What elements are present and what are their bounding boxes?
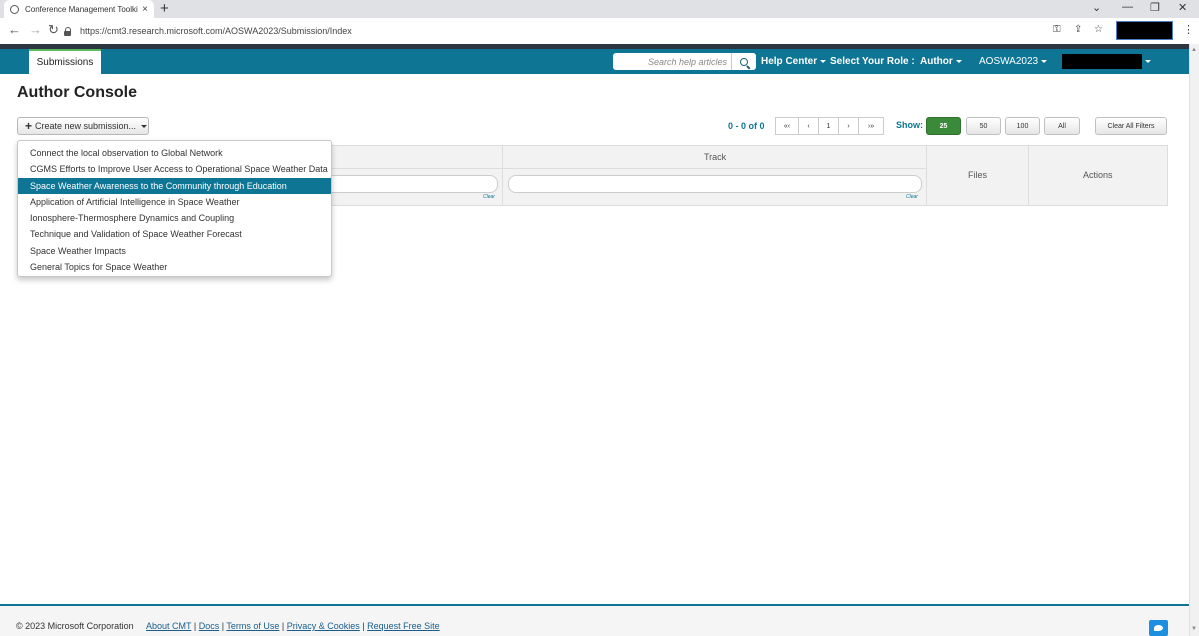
- show-label: Show:: [896, 120, 923, 130]
- docs-link[interactable]: Docs: [199, 621, 220, 631]
- prev-page-button[interactable]: ‹: [798, 117, 819, 135]
- browser-tab-title: Conference Management Toolkit: [25, 4, 139, 14]
- column-divider: [1028, 146, 1029, 205]
- column-header-actions: Actions: [1083, 170, 1113, 180]
- restore-button[interactable]: ❐: [1150, 1, 1160, 14]
- key-icon[interactable]: ⚿: [1053, 24, 1061, 35]
- plus-icon: +: [25, 119, 33, 133]
- browser-toolbar: ← → ↻ https://cmt3.research.microsoft.co…: [0, 18, 1199, 44]
- role-value: Author: [920, 56, 953, 67]
- chevron-down-icon: [1041, 60, 1048, 63]
- role-selector[interactable]: Author: [920, 49, 962, 74]
- profile-avatar[interactable]: [1116, 21, 1173, 40]
- dropdown-item-track[interactable]: Application of Artificial Intelligence i…: [18, 194, 331, 210]
- page-size-50-button[interactable]: 50: [966, 117, 1001, 135]
- close-window-button[interactable]: ✕: [1178, 1, 1187, 14]
- first-page-button[interactable]: «‹: [775, 117, 799, 135]
- minimize-button[interactable]: —: [1122, 1, 1133, 13]
- browser-menu-icon[interactable]: ⋮: [1183, 23, 1194, 36]
- terms-of-use-link[interactable]: Terms of Use: [226, 621, 279, 631]
- create-submission-button[interactable]: + Create new submission...: [17, 117, 149, 135]
- forward-button[interactable]: →: [29, 23, 42, 37]
- tab-search-chevron-icon[interactable]: ⌄: [1092, 1, 1101, 14]
- page-size-all-button[interactable]: All: [1044, 117, 1080, 135]
- about-cmt-link[interactable]: About CMT: [146, 621, 191, 631]
- track-filter-clear-link[interactable]: Clear: [906, 194, 918, 200]
- dropdown-item-track[interactable]: Technique and Validation of Space Weathe…: [18, 226, 331, 242]
- title-filter-input[interactable]: [318, 175, 498, 193]
- conference-name: AOSWA2023: [979, 56, 1039, 67]
- request-free-site-link[interactable]: Request Free Site: [367, 621, 440, 631]
- twitter-icon[interactable]: [1149, 620, 1168, 636]
- link-separator: |: [191, 621, 199, 631]
- dropdown-item-track-highlighted[interactable]: Space Weather Awareness to the Community…: [18, 177, 331, 194]
- scroll-down-icon[interactable]: ▼: [1191, 626, 1197, 632]
- scroll-up-icon[interactable]: ▲: [1191, 47, 1197, 53]
- privacy-cookies-link[interactable]: Privacy & Cookies: [287, 621, 360, 631]
- tab-submissions[interactable]: Submissions: [29, 49, 101, 74]
- globe-icon: [10, 4, 19, 14]
- page-size-100-button[interactable]: 100: [1005, 117, 1040, 135]
- pager-info: 0 - 0 of 0: [728, 121, 765, 131]
- dropdown-item-track[interactable]: Connect the local observation to Global …: [18, 145, 331, 161]
- column-divider: [926, 146, 927, 205]
- chevron-down-icon: [820, 60, 827, 63]
- dropdown-item-track[interactable]: Ionosphere-Thermosphere Dynamics and Cou…: [18, 210, 331, 226]
- role-label: Select Your Role :: [830, 56, 915, 67]
- dropdown-item-track[interactable]: General Topics for Space Weather: [18, 259, 331, 275]
- reload-button[interactable]: ↻: [48, 23, 59, 37]
- bookmark-star-icon[interactable]: ☆: [1094, 24, 1103, 35]
- title-filter-clear-link[interactable]: Clear: [483, 194, 495, 200]
- back-button[interactable]: ←: [8, 23, 21, 37]
- url-text: https://cmt3.research.microsoft.com/AOSW…: [80, 26, 352, 36]
- page-size-25-button[interactable]: 25: [926, 117, 961, 135]
- scrollbar[interactable]: [1189, 44, 1199, 636]
- last-page-button[interactable]: ›»: [858, 117, 884, 135]
- dropdown-item-track[interactable]: Space Weather Impacts: [18, 243, 331, 259]
- search-icon: [740, 57, 748, 66]
- create-submission-label: Create new submission...: [35, 121, 137, 131]
- lock-icon: [64, 26, 72, 36]
- column-header-files: Files: [968, 170, 988, 180]
- page-1-button[interactable]: 1: [818, 117, 839, 135]
- address-bar[interactable]: https://cmt3.research.microsoft.com/AOSW…: [64, 22, 1104, 40]
- chevron-down-icon: [1145, 60, 1151, 63]
- link-separator: |: [279, 621, 287, 631]
- app-header: Submissions Help Center Select Your Role…: [0, 49, 1189, 74]
- conference-selector[interactable]: AOSWA2023: [979, 49, 1048, 74]
- dropdown-item-track[interactable]: CGMS Efforts to Improve User Access to O…: [18, 161, 331, 177]
- user-menu[interactable]: [1062, 54, 1142, 69]
- chevron-down-icon: [141, 124, 148, 128]
- tab-close-icon[interactable]: ×: [142, 4, 148, 15]
- copyright-text: © 2023 Microsoft Corporation: [16, 621, 134, 631]
- footer: © 2023 Microsoft Corporation About CMT |…: [0, 606, 1189, 636]
- footer-links: About CMT | Docs | Terms of Use | Privac…: [146, 621, 440, 631]
- clear-all-filters-button[interactable]: Clear All Filters: [1095, 117, 1167, 135]
- search-button[interactable]: [731, 53, 756, 70]
- column-header-track[interactable]: Track: [704, 152, 726, 162]
- help-search-input[interactable]: [613, 53, 731, 70]
- help-center-menu[interactable]: Help Center: [761, 49, 827, 74]
- page-title: Author Console: [17, 84, 137, 101]
- share-icon[interactable]: ⇪: [1074, 24, 1082, 35]
- help-search: [613, 53, 756, 70]
- chevron-down-icon: [955, 60, 962, 63]
- next-page-button[interactable]: ›: [838, 117, 859, 135]
- browser-tab[interactable]: Conference Management Toolkit ×: [4, 0, 154, 18]
- new-tab-button[interactable]: +: [160, 1, 169, 17]
- track-dropdown-menu: Connect the local observation to Global …: [17, 140, 332, 277]
- help-center-label: Help Center: [761, 56, 818, 67]
- column-divider: [502, 146, 503, 205]
- track-filter-input[interactable]: [508, 175, 922, 193]
- browser-tab-strip: Conference Management Toolkit × + ⌄ — ❐ …: [0, 0, 1199, 18]
